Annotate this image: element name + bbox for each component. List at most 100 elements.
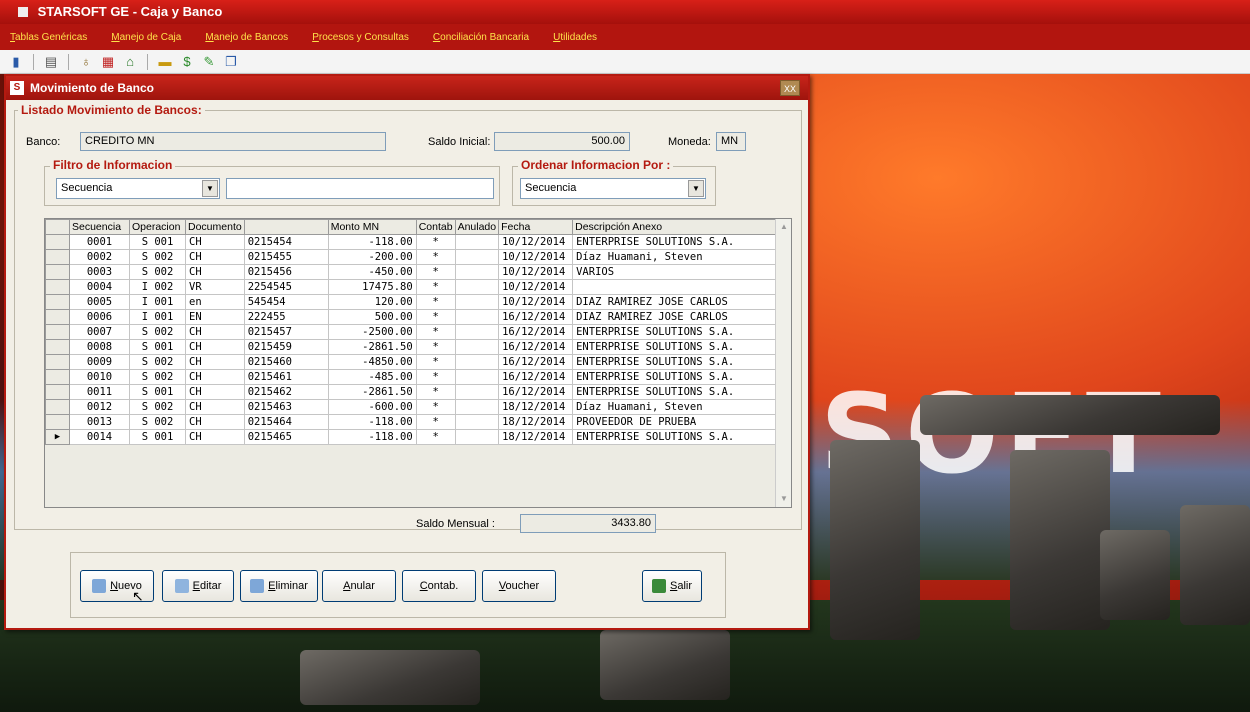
cell-operacion: S 001 <box>129 384 186 400</box>
table-row[interactable]: 0004 I 002 VR 2254545 17475.80 * 10/12/2014 <box>45 279 784 295</box>
menu-manejo-de-bancos[interactable]: Manejo de Bancos <box>205 32 288 43</box>
cell-monto-mn: -450.00 <box>327 264 417 280</box>
col-contab[interactable]: Contab <box>415 219 456 235</box>
cash-icon[interactable]: ▬ <box>157 54 173 70</box>
row-selector[interactable] <box>45 399 70 415</box>
col-anulado[interactable]: Anulado <box>454 219 500 235</box>
pencil-icon[interactable]: ✎ <box>201 54 217 70</box>
editar-button[interactable]: Editar <box>162 570 234 602</box>
cell-fecha: 16/12/2014 <box>498 384 574 400</box>
col-descripcion-anexo[interactable]: Descripción Anexo <box>572 219 784 235</box>
row-selector[interactable] <box>45 294 70 310</box>
row-selector[interactable] <box>45 324 70 340</box>
table-row[interactable]: ▶ 0014 S 001 CH 0215465 -118.00 * 18/12/2014 ENT… <box>45 429 784 445</box>
home-icon[interactable]: ⌂ <box>122 54 138 70</box>
cell-documento-numero: 0215454 <box>243 234 329 250</box>
cell-contab: * <box>415 354 456 370</box>
window-close-button[interactable]: XX <box>780 80 800 96</box>
contab-button[interactable]: Contab. <box>402 570 476 602</box>
cell-documento-tipo: CH <box>185 429 245 445</box>
cell-documento-tipo: CH <box>185 264 245 280</box>
table-row[interactable]: 0009 S 002 CH 0215460 -4850.00 * 16/12/2014 ENT… <box>45 354 784 370</box>
table-row[interactable]: 0013 S 002 CH 0215464 -118.00 * 18/12/2014 PROV… <box>45 414 784 430</box>
cell-documento-tipo: CH <box>185 384 245 400</box>
ordenar-select-value: Secuencia <box>525 182 577 194</box>
anular-button[interactable]: Anular <box>322 570 396 602</box>
table-row[interactable]: 0012 S 002 CH 0215463 -600.00 * 18/12/2014 Díaz… <box>45 399 784 415</box>
grid-vertical-scrollbar[interactable]: ▲ ▼ <box>775 219 791 507</box>
table-row[interactable]: 0005 I 001 en 545454 120.00 * 10/12/2014 DIAZ R… <box>45 294 784 310</box>
salir-button[interactable]: Salir <box>642 570 702 602</box>
cell-fecha: 18/12/2014 <box>498 399 574 415</box>
menu-procesos-y-consultas[interactable]: Procesos y Consultas <box>312 32 409 43</box>
chevron-down-icon[interactable]: ▼ <box>688 180 704 197</box>
menu-conciliacion-bancaria[interactable]: Conciliación Bancaria <box>433 32 529 43</box>
col-secuencia[interactable]: Secuencia <box>69 219 130 235</box>
col-operacion[interactable]: Operacion <box>129 219 186 235</box>
cell-operacion: S 002 <box>129 264 186 280</box>
anular-button-label: Anular <box>343 580 375 592</box>
row-selector[interactable] <box>45 339 70 355</box>
table-row[interactable]: 0006 I 001 EN 222455 500.00 * 16/12/2014 DIAZ R… <box>45 309 784 325</box>
stone <box>1180 505 1250 625</box>
print-icon[interactable]: ▤ <box>43 54 59 70</box>
cell-operacion: S 001 <box>129 429 186 445</box>
money-bag-icon[interactable]: ♁ <box>78 54 94 70</box>
document-icon[interactable]: ❐ <box>223 54 239 70</box>
cell-monto-mn: -2861.50 <box>327 384 417 400</box>
table-row[interactable]: 0003 S 002 CH 0215456 -450.00 * 10/12/2014 VARI… <box>45 264 784 280</box>
row-selector[interactable]: ▶ <box>45 429 70 445</box>
voucher-button[interactable]: Voucher <box>482 570 556 602</box>
table-row[interactable]: 0008 S 001 CH 0215459 -2861.50 * 16/12/2014 ENT… <box>45 339 784 355</box>
exit-icon[interactable]: ▮ <box>8 54 24 70</box>
cell-descripcion-anexo <box>572 279 784 295</box>
menu-utilidades[interactable]: Utilidades <box>553 32 597 43</box>
menu-manejo-de-caja[interactable]: Manejo de Caja <box>111 32 181 43</box>
row-selector[interactable] <box>45 234 70 250</box>
col-documento-numero[interactable] <box>243 219 329 235</box>
row-selector[interactable] <box>45 279 70 295</box>
movimientos-grid[interactable]: Secuencia Operacion Documento Monto MN C… <box>44 218 792 508</box>
table-row[interactable]: 0002 S 002 CH 0215455 -200.00 * 10/12/2014 Díaz… <box>45 249 784 265</box>
calendar-icon[interactable]: ▦ <box>100 54 116 70</box>
cell-operacion: S 002 <box>129 354 186 370</box>
cell-fecha: 16/12/2014 <box>498 369 574 385</box>
chevron-down-icon[interactable]: ▼ <box>202 180 218 197</box>
col-monto-mn[interactable]: Monto MN <box>327 219 417 235</box>
filtro-text-input[interactable] <box>226 178 494 199</box>
row-selector[interactable] <box>45 384 70 400</box>
filtro-select[interactable]: Secuencia ▼ <box>56 178 220 199</box>
col-documento[interactable]: Documento <box>185 219 245 235</box>
dollar-icon[interactable]: $ <box>179 54 195 70</box>
cell-documento-tipo: CH <box>185 414 245 430</box>
row-selector[interactable] <box>45 369 70 385</box>
scroll-down-icon[interactable]: ▼ <box>776 491 791 507</box>
table-row[interactable]: 0007 S 002 CH 0215457 -2500.00 * 16/12/2014 ENT… <box>45 324 784 340</box>
cell-operacion: S 002 <box>129 399 186 415</box>
cell-monto-mn: 17475.80 <box>327 279 417 295</box>
row-selector[interactable] <box>45 354 70 370</box>
menu-tablas-genericas[interactable]: Tablas Genéricas <box>10 32 87 43</box>
cell-documento-numero: 0215463 <box>243 399 329 415</box>
eliminar-button[interactable]: Eliminar <box>240 570 318 602</box>
scroll-up-icon[interactable]: ▲ <box>776 219 791 235</box>
row-selector[interactable] <box>45 264 70 280</box>
cell-anulado <box>454 279 500 295</box>
cell-documento-numero: 0215457 <box>243 324 329 340</box>
col-fecha[interactable]: Fecha <box>498 219 574 235</box>
table-row[interactable]: 0010 S 002 CH 0215461 -485.00 * 16/12/2014 ENTE… <box>45 369 784 385</box>
cell-contab: * <box>415 309 456 325</box>
cell-monto-mn: 120.00 <box>327 294 417 310</box>
row-selector[interactable] <box>45 414 70 430</box>
table-row[interactable]: 0011 S 001 CH 0215462 -2861.50 * 16/12/2014 ENT… <box>45 384 784 400</box>
cell-secuencia: 0012 <box>69 399 130 415</box>
row-selector[interactable] <box>45 309 70 325</box>
ordenar-legend: Ordenar Informacion Por : <box>518 158 674 172</box>
cell-anulado <box>454 354 500 370</box>
cell-descripcion-anexo: ENTERPRISE SOLUTIONS S.A. <box>572 324 784 340</box>
cell-contab: * <box>415 324 456 340</box>
table-row[interactable]: 0001 S 001 CH 0215454 -118.00 * 10/12/2014 ENTE… <box>45 234 784 250</box>
banco-label: Banco: <box>26 136 61 148</box>
ordenar-select[interactable]: Secuencia ▼ <box>520 178 706 199</box>
row-selector[interactable] <box>45 249 70 265</box>
